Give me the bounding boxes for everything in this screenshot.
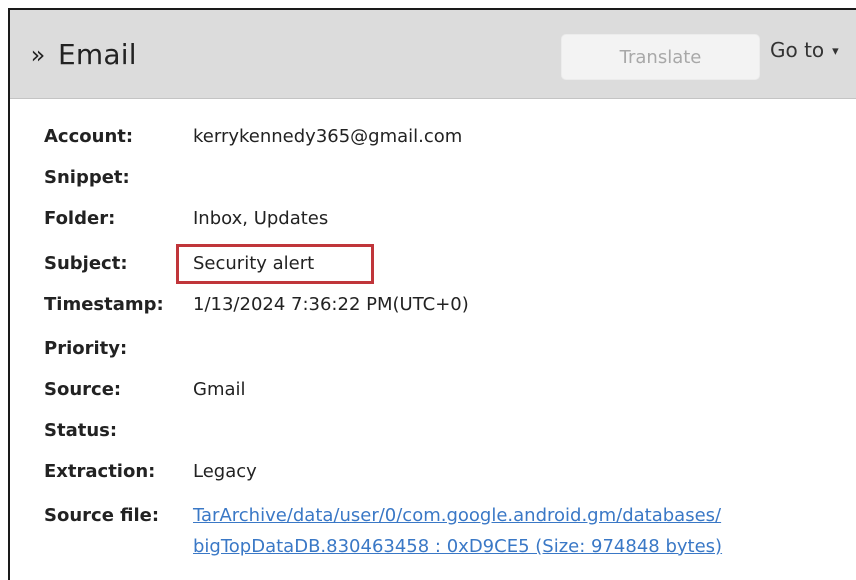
goto-label: Go to bbox=[770, 38, 825, 62]
subject-highlight-box bbox=[176, 244, 374, 284]
source-label: Source: bbox=[44, 378, 122, 400]
title-group: » Email bbox=[28, 38, 137, 71]
status-label: Status: bbox=[44, 419, 118, 441]
account-label: Account: bbox=[44, 125, 134, 147]
panel-header: » Email Translate Go to ▾ bbox=[10, 10, 856, 99]
extraction-label: Extraction: bbox=[44, 460, 156, 482]
source-value: Gmail bbox=[193, 378, 246, 400]
folder-value: Inbox, Updates bbox=[193, 207, 329, 229]
timestamp-value: 1/13/2024 7:36:22 PM(UTC+0) bbox=[193, 293, 469, 315]
source-file-label: Source file: bbox=[44, 504, 160, 526]
translate-button[interactable]: Translate bbox=[561, 34, 760, 80]
source-file-link-line-1[interactable]: TarArchive/data/user/0/com.google.androi… bbox=[193, 505, 721, 526]
extraction-value: Legacy bbox=[193, 460, 257, 482]
account-value: kerrykennedy365@gmail.com bbox=[193, 125, 463, 147]
panel-title: Email bbox=[58, 38, 137, 71]
chevron-down-icon: ▾ bbox=[832, 43, 839, 59]
snippet-label: Snippet: bbox=[44, 166, 130, 188]
goto-dropdown[interactable]: Go to ▾ bbox=[770, 38, 839, 62]
subject-label: Subject: bbox=[44, 252, 128, 274]
double-chevron-right-icon[interactable]: » bbox=[28, 40, 48, 70]
priority-label: Priority: bbox=[44, 337, 128, 359]
folder-label: Folder: bbox=[44, 207, 116, 229]
timestamp-label: Timestamp: bbox=[44, 293, 164, 315]
source-file-link-line-2[interactable]: bigTopDataDB.830463458 : 0xD9CE5 (Size: … bbox=[193, 536, 722, 557]
